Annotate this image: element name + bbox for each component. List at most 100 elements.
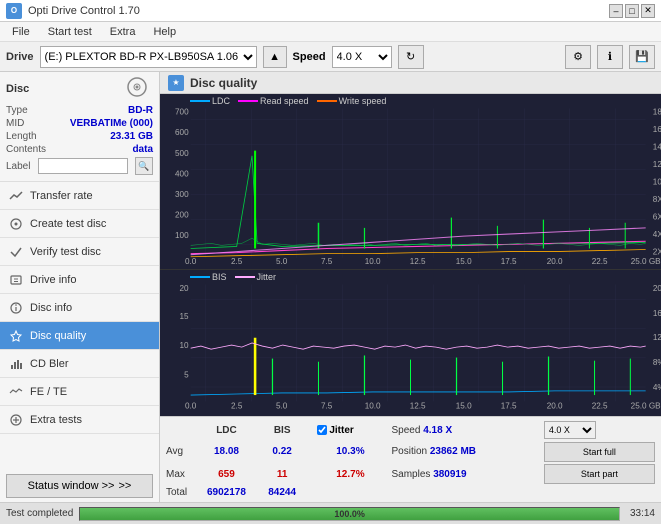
disc-type-value: BD-R	[128, 105, 153, 116]
total-ldc-value: 6902178	[194, 486, 259, 499]
avg-bis-value: 0.22	[259, 440, 305, 463]
maximize-button[interactable]: □	[625, 4, 639, 18]
nav-cd-bler-label: CD Bler	[30, 358, 69, 370]
speed-label: Speed	[293, 51, 326, 63]
drive-label: Drive	[6, 51, 34, 63]
disc-section-title: Disc	[6, 83, 29, 95]
top-chart: 700 600 500 400 300 200 100 18X 16X 14X …	[160, 94, 661, 269]
extra-tests-icon	[8, 412, 24, 428]
svg-text:15: 15	[180, 312, 189, 321]
svg-text:6X: 6X	[653, 213, 661, 222]
jitter-checkbox-label[interactable]: Jitter	[317, 425, 383, 436]
nav-verify-test-disc[interactable]: Verify test disc	[0, 238, 159, 266]
svg-text:16%: 16%	[653, 309, 661, 318]
speed-select[interactable]: 4.0 X	[332, 46, 392, 68]
nav-disc-info-label: Disc info	[30, 302, 72, 314]
title-bar: O Opti Drive Control 1.70 – □ ✕	[0, 0, 661, 22]
nav-extra-tests[interactable]: Extra tests	[0, 406, 159, 434]
disc-contents-value: data	[132, 144, 153, 155]
app-icon: O	[6, 3, 22, 19]
svg-text:700: 700	[175, 108, 189, 117]
nav-drive-info[interactable]: Drive info	[0, 266, 159, 294]
status-window-button[interactable]: Status window >> >>	[6, 474, 153, 498]
menu-start-test[interactable]: Start test	[40, 24, 100, 40]
svg-text:16X: 16X	[653, 125, 661, 134]
svg-text:15.0: 15.0	[456, 257, 472, 266]
start-part-button[interactable]: Start part	[544, 464, 655, 484]
stats-panel: LDC BIS Jitter Speed 4.18 X	[160, 416, 661, 502]
svg-text:20.0: 20.0	[547, 257, 563, 266]
settings-button[interactable]: ⚙	[565, 45, 591, 69]
svg-text:500: 500	[175, 149, 189, 158]
start-full-button[interactable]: Start full	[544, 442, 655, 462]
svg-text:12.5: 12.5	[410, 402, 426, 411]
svg-text:10.0: 10.0	[365, 257, 381, 266]
svg-text:12X: 12X	[653, 160, 661, 169]
nav-drive-info-label: Drive info	[30, 274, 76, 286]
nav-transfer-rate-label: Transfer rate	[30, 190, 93, 202]
svg-text:300: 300	[175, 190, 189, 199]
nav-disc-info[interactable]: Disc info	[0, 294, 159, 322]
disc-label-input[interactable]	[38, 158, 128, 174]
max-ldc-value: 659	[194, 463, 259, 486]
refresh-button[interactable]: ↻	[398, 45, 424, 69]
nav-extra-tests-label: Extra tests	[30, 414, 82, 426]
total-bis-value: 84244	[259, 486, 305, 499]
svg-text:12%: 12%	[653, 333, 661, 342]
disc-type-label: Type	[6, 105, 28, 116]
save-button[interactable]: 💾	[629, 45, 655, 69]
nav-disc-quality-label: Disc quality	[30, 330, 86, 342]
drive-select[interactable]: (E:) PLEXTOR BD-R PX-LB950SA 1.06	[40, 46, 257, 68]
svg-text:10: 10	[180, 341, 189, 350]
svg-text:2.5: 2.5	[231, 257, 243, 266]
nav-create-test-disc[interactable]: Create test disc	[0, 210, 159, 238]
menu-bar: File Start test Extra Help	[0, 22, 661, 42]
svg-text:7.5: 7.5	[321, 402, 333, 411]
nav-transfer-rate[interactable]: Transfer rate	[0, 182, 159, 210]
svg-text:10X: 10X	[653, 178, 661, 187]
svg-text:22.5: 22.5	[592, 257, 608, 266]
disc-quality-header-icon: ★	[168, 75, 184, 91]
svg-text:0.0: 0.0	[185, 257, 197, 266]
disc-type-row: Type BD-R	[6, 105, 153, 116]
minimize-button[interactable]: –	[609, 4, 623, 18]
info-button[interactable]: ℹ	[597, 45, 623, 69]
svg-text:8%: 8%	[653, 358, 661, 367]
disc-length-value: 23.31 GB	[110, 131, 153, 142]
eject-button[interactable]: ▲	[263, 46, 287, 68]
svg-text:18X: 18X	[653, 108, 661, 117]
disc-mid-label: MID	[6, 118, 24, 129]
nav-disc-quality[interactable]: Disc quality	[0, 322, 159, 350]
right-panel: ★ Disc quality LDC Read speed	[160, 72, 661, 502]
menu-extra[interactable]: Extra	[102, 24, 144, 40]
main-area: Disc Type BD-R MID VERBATIMe (000) Leng	[0, 72, 661, 502]
svg-text:0.0: 0.0	[185, 402, 197, 411]
max-label: Max	[164, 463, 194, 486]
progress-percent: 100.0%	[334, 509, 365, 519]
svg-text:20: 20	[180, 284, 189, 293]
jitter-checkbox[interactable]	[317, 425, 327, 435]
menu-file[interactable]: File	[4, 24, 38, 40]
svg-text:20%: 20%	[653, 284, 661, 293]
speed-select-stat[interactable]: 4.0 X	[544, 421, 596, 439]
nav-fe-te[interactable]: FE / TE	[0, 378, 159, 406]
disc-label-btn[interactable]: 🔍	[135, 157, 153, 175]
disc-length-label: Length	[6, 131, 37, 142]
app-title: Opti Drive Control 1.70	[28, 5, 140, 17]
svg-text:25.0 GB: 25.0 GB	[631, 257, 661, 266]
svg-text:15.0: 15.0	[456, 402, 472, 411]
jitter-legend: Jitter	[257, 272, 277, 282]
menu-help[interactable]: Help	[145, 24, 184, 40]
svg-text:17.5: 17.5	[501, 257, 517, 266]
close-button[interactable]: ✕	[641, 4, 655, 18]
svg-text:10.0: 10.0	[365, 402, 381, 411]
disc-info-icon	[8, 300, 24, 316]
samples-value: 380919	[433, 469, 466, 480]
disc-label-row: Label 🔍	[6, 157, 153, 175]
cd-bler-icon	[8, 356, 24, 372]
nav-cd-bler[interactable]: CD Bler	[0, 350, 159, 378]
total-label: Total	[164, 486, 194, 499]
svg-text:14X: 14X	[653, 143, 661, 152]
disc-mid-value: VERBATIMe (000)	[70, 118, 153, 129]
svg-text:25.0 GB: 25.0 GB	[631, 402, 661, 411]
